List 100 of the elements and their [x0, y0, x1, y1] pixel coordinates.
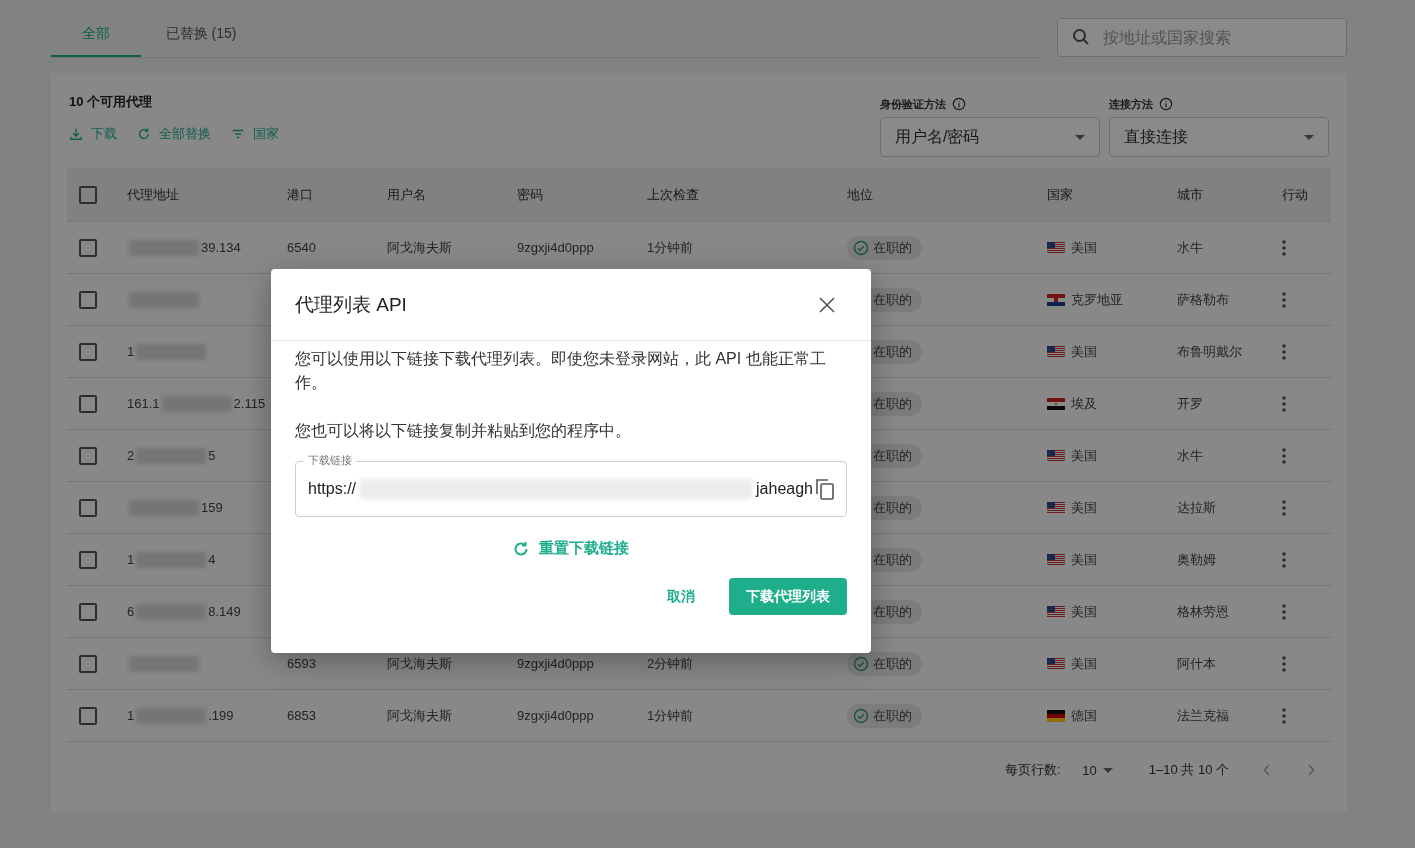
copy-icon[interactable] [815, 478, 835, 500]
rows-per-page-select[interactable]: 10 [1082, 762, 1113, 778]
more-icon[interactable] [1282, 499, 1286, 516]
table-cell: 美国 [1071, 550, 1097, 569]
tab[interactable]: 已替换 (15) [141, 18, 261, 57]
checkbox[interactable] [79, 290, 97, 309]
column-header: 密码 [517, 185, 543, 204]
tab[interactable]: 全部 [51, 18, 141, 57]
checkbox[interactable] [79, 238, 97, 257]
table-cell: 阿戈海夫斯 [387, 706, 452, 725]
caret-icon [1304, 134, 1314, 140]
url-text: https:// [308, 480, 357, 498]
column-header: 用户名 [387, 185, 426, 204]
column-header: 城市 [1177, 185, 1203, 204]
table-cell: 美国 [1071, 446, 1097, 465]
table-cell: 美国 [1071, 498, 1097, 517]
more-icon[interactable] [1282, 291, 1286, 308]
flag-icon [1047, 605, 1065, 618]
table-cell: 格林劳恩 [1177, 602, 1229, 621]
table-cell: 2 [127, 448, 135, 463]
table-cell: 9zgxji4d0ppp [517, 708, 594, 723]
status-chip: 在职的 [847, 703, 922, 728]
table-cell: 6 [127, 604, 135, 619]
toolbar-link[interactable]: 下载 [69, 125, 117, 143]
page-range: 1–10 共 10 个 [1148, 761, 1229, 779]
filter-icon [231, 127, 245, 141]
reset-link-button[interactable]: 重置下载链接 [295, 539, 847, 558]
table-cell: 8.149 [208, 604, 241, 619]
table-cell: 1分钟前 [647, 238, 694, 257]
dialog-text: 您可以使用以下链接下载代理列表。即使您未登录网站，此 API 也能正常工作。 [295, 349, 827, 393]
more-icon[interactable] [1282, 343, 1286, 360]
download-button[interactable]: 下载代理列表 [729, 578, 847, 615]
table-cell: 德国 [1071, 706, 1097, 725]
more-icon[interactable] [1282, 655, 1286, 672]
column-header: 代理地址 [127, 185, 179, 204]
table-cell: 6593 [287, 656, 316, 671]
more-icon[interactable] [1282, 239, 1286, 256]
checkbox[interactable] [79, 706, 97, 725]
more-icon[interactable] [1282, 395, 1286, 412]
checkbox[interactable] [79, 394, 97, 413]
column-header: 地位 [847, 185, 873, 204]
flag-icon [1047, 501, 1065, 514]
table-cell: 9zgxji4d0ppp [517, 656, 594, 671]
table-cell: 法兰克福 [1177, 706, 1229, 725]
more-icon[interactable] [1282, 603, 1286, 620]
toolbar-link[interactable]: 全部替换 [137, 125, 211, 143]
table-cell: 阿戈海夫斯 [387, 654, 452, 673]
search-icon [1072, 28, 1090, 46]
checkbox[interactable] [79, 185, 97, 204]
cancel-button[interactable]: 取消 [651, 579, 711, 614]
caret-icon [1102, 767, 1113, 773]
checkbox[interactable] [79, 498, 97, 517]
table-cell: 美国 [1071, 602, 1097, 621]
flag-icon [1047, 657, 1065, 670]
caret-icon [1075, 134, 1085, 140]
flag-icon [1047, 553, 1065, 566]
table-cell: 1 [127, 552, 135, 567]
dialog-title: 代理列表 API [295, 292, 407, 317]
refresh-icon [137, 127, 151, 141]
table-cell: 1 [127, 708, 135, 723]
table-cell: 埃及 [1071, 394, 1097, 413]
select-label: 连接方法 [1109, 96, 1153, 112]
table-cell: 5 [208, 448, 216, 463]
table-cell: .199 [208, 708, 234, 723]
more-icon[interactable] [1282, 551, 1286, 568]
download-icon [69, 127, 83, 141]
flag-icon [1047, 449, 1065, 462]
table-cell: 克罗地亚 [1071, 290, 1123, 309]
toolbar-link[interactable]: 国家 [231, 125, 279, 143]
info-icon [1159, 97, 1173, 111]
checkbox[interactable] [79, 446, 97, 465]
table-cell: 39.134 [201, 240, 241, 255]
table-cell: 奥勒姆 [1177, 550, 1216, 569]
field-label: 下载链接 [304, 453, 356, 467]
checkbox[interactable] [79, 602, 97, 621]
select-field[interactable]: 用户名/密码 [880, 117, 1100, 157]
checkbox[interactable] [79, 654, 97, 673]
close-icon[interactable] [819, 296, 835, 313]
table-cell: 水牛 [1177, 446, 1203, 465]
column-header: 上次检查 [647, 185, 699, 204]
flag-icon [1047, 345, 1065, 358]
select-label: 身份验证方法 [880, 96, 946, 112]
url-text: jaheagh [756, 480, 813, 498]
table-cell: 2.115 [233, 396, 266, 411]
table-cell: 9zgxji4d0ppp [517, 240, 594, 255]
table-cell: 水牛 [1177, 238, 1203, 257]
status-chip: 在职的 [847, 235, 922, 260]
column-header: 国家 [1047, 185, 1073, 204]
table-cell: 161.1 [127, 396, 160, 411]
table-cell: 开罗 [1177, 394, 1203, 413]
checkbox[interactable] [79, 550, 97, 569]
info-icon [952, 97, 966, 111]
checkbox[interactable] [79, 342, 97, 361]
more-icon[interactable] [1282, 447, 1286, 464]
rows-per-page-label: 每页行数: [1004, 761, 1061, 779]
table-cell: 6853 [287, 708, 316, 723]
table-cell: 2分钟前 [647, 654, 694, 673]
select-field[interactable]: 直接连接 [1109, 117, 1329, 157]
dialog-text: 您也可以将以下链接复制并粘贴到您的程序中。 [295, 421, 632, 441]
more-icon[interactable] [1282, 707, 1286, 724]
